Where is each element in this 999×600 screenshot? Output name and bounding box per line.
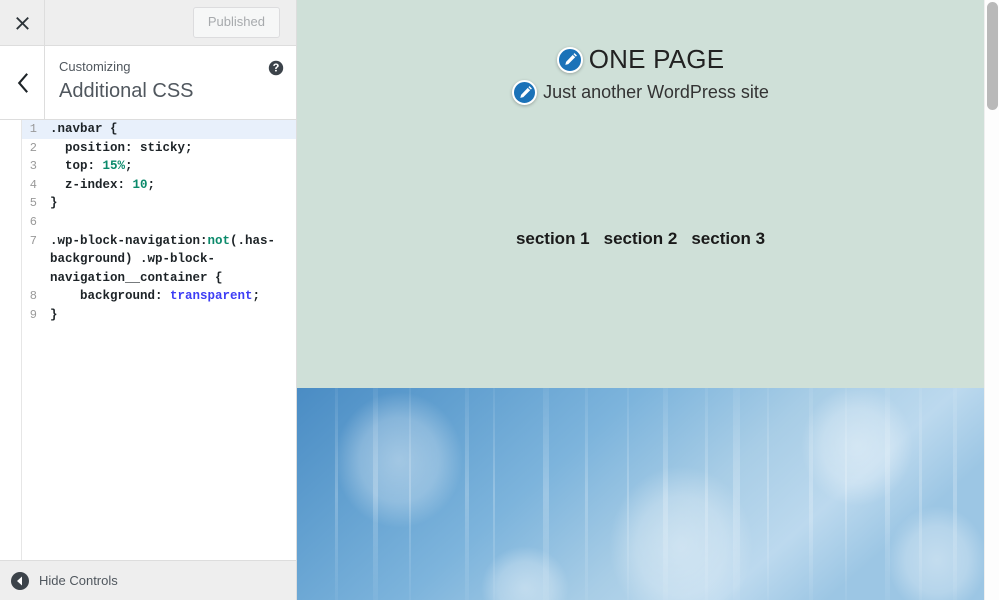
line-number: 6	[29, 214, 37, 229]
preview-nav-link[interactable]: section 3	[691, 229, 765, 249]
code-token: background:	[50, 289, 171, 304]
additional-css-editor-wrap: 1 .navbar {2 position: sticky; 3 top: 15%;…	[0, 120, 296, 560]
code-line-text[interactable]: }	[42, 194, 296, 213]
customizer-sidebar: Published Customizing Additional CSS 1 .…	[0, 0, 297, 600]
back-button[interactable]	[0, 46, 45, 119]
code-line-text[interactable]: top: 15%;	[42, 157, 296, 176]
customizer-screen: Published Customizing Additional CSS 1 .…	[0, 0, 999, 600]
line-number: 7	[29, 233, 37, 248]
tagline-row: Just another WordPress site	[297, 80, 984, 105]
code-line-text[interactable]	[42, 213, 296, 232]
preview-banner-image	[297, 388, 984, 600]
preview-nav-link[interactable]: section 1	[516, 229, 590, 249]
preview-hero-header: ONE PAGE Just another WordPress site sec…	[297, 0, 984, 388]
help-circle-icon	[268, 60, 284, 76]
code-line[interactable]: 9}	[22, 306, 296, 325]
code-token: ;	[125, 159, 133, 174]
page-title: Additional CSS	[59, 80, 194, 103]
code-line[interactable]: 7 .wp-block-navigation:not(.has-backgroun…	[22, 232, 296, 288]
code-token: .navbar {	[50, 122, 118, 136]
line-number: 4	[29, 177, 37, 192]
publish-button[interactable]: Published	[192, 6, 280, 39]
customizer-panel-header: Customizing Additional CSS	[0, 46, 296, 120]
line-number: 9	[29, 307, 37, 322]
code-token: }	[50, 307, 58, 322]
pencil-edit-icon	[563, 52, 577, 67]
code-line-text[interactable]: .wp-block-navigation:not(.has-background…	[42, 232, 296, 288]
pencil-edit-icon	[518, 85, 532, 100]
code-token: not	[207, 233, 231, 248]
editor-left-strip	[0, 120, 22, 560]
code-token: z-index:	[50, 177, 133, 192]
help-button[interactable]	[256, 46, 296, 119]
chevron-left-icon	[16, 72, 29, 93]
code-line-text[interactable]: .navbar {	[42, 120, 296, 139]
code-token: 10	[132, 177, 148, 192]
code-line-text[interactable]: background: transparent;	[42, 287, 296, 306]
code-token: transparent	[170, 289, 253, 304]
code-line[interactable]: 6	[22, 213, 296, 232]
code-token: 15%	[102, 159, 126, 174]
code-line[interactable]: 8 background: transparent;	[22, 287, 296, 306]
page-scrollbar[interactable]	[984, 0, 999, 600]
code-line[interactable]: 1 .navbar {	[22, 120, 296, 139]
code-line[interactable]: 3 top: 15%;	[22, 157, 296, 176]
line-number: 2	[29, 140, 37, 155]
collapse-left-arrow-icon	[10, 571, 30, 591]
line-number: 8	[29, 289, 37, 304]
code-line-text[interactable]: position: sticky;	[42, 139, 296, 158]
panel-eyebrow: Customizing	[59, 59, 131, 74]
edit-tagline-shortcut[interactable]	[512, 80, 538, 105]
line-number: 1	[22, 120, 42, 139]
preview-navigation: section 1 section 2 section 3	[297, 229, 984, 249]
code-token: ;	[147, 177, 156, 192]
site-title-row: ONE PAGE	[297, 44, 984, 75]
code-token: ;	[252, 289, 261, 304]
customizer-topbar: Published	[0, 0, 296, 46]
code-line[interactable]: 5}	[22, 194, 296, 213]
code-line[interactable]: 2 position: sticky;	[22, 139, 296, 158]
line-number: 5	[29, 196, 37, 211]
close-x-icon	[15, 15, 30, 30]
line-number: 3	[29, 159, 37, 174]
code-line[interactable]: 4 z-index: 10;	[22, 176, 296, 195]
hide-controls-label: Hide Controls	[39, 573, 118, 588]
site-title[interactable]: ONE PAGE	[589, 44, 725, 75]
edit-site-title-shortcut[interactable]	[556, 46, 583, 73]
code-token: .wp-block-navigation:	[50, 233, 208, 248]
preview-nav-link[interactable]: section 2	[604, 229, 678, 249]
scrollbar-thumb[interactable]	[987, 2, 998, 110]
close-customizer-button[interactable]	[0, 0, 45, 45]
panel-title-group: Customizing Additional CSS	[45, 46, 256, 119]
css-code-editor[interactable]: 1 .navbar {2 position: sticky; 3 top: 15%;…	[22, 120, 296, 560]
code-line-text[interactable]: }	[42, 306, 296, 325]
code-token: top:	[50, 159, 103, 174]
code-line-text[interactable]: z-index: 10;	[42, 176, 296, 195]
site-tagline[interactable]: Just another WordPress site	[543, 81, 769, 104]
site-preview-pane: ONE PAGE Just another WordPress site sec…	[297, 0, 984, 600]
code-token: position: sticky;	[50, 140, 193, 155]
hide-controls-button[interactable]: Hide Controls	[0, 560, 296, 600]
code-token: }	[50, 196, 58, 211]
